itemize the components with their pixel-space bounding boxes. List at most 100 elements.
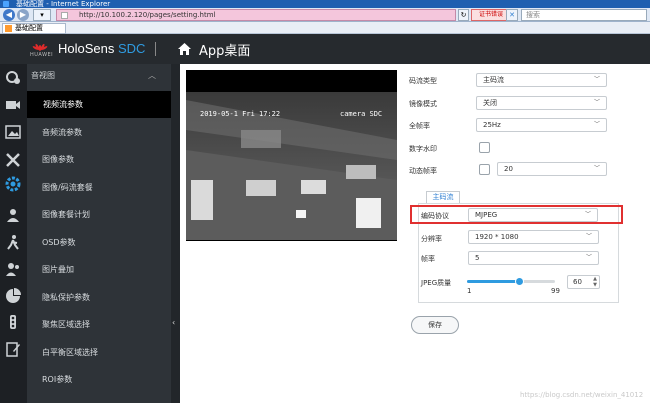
jpeg-quality-input[interactable]: 60 ▲ ▼ (567, 275, 600, 289)
mirror-mode-select[interactable]: 关闭 ﹀ (476, 96, 607, 110)
cert-error-badge[interactable]: 证书错误 (471, 9, 511, 21)
settings-camera-icon[interactable] (5, 69, 21, 85)
brand-main: HoloSens (58, 41, 118, 56)
codec-highlight-box (410, 205, 623, 224)
digital-watermark-label: 数字水印 (409, 145, 437, 153)
mirror-mode-value: 关闭 (483, 99, 497, 107)
edit-document-icon[interactable] (5, 341, 21, 357)
slider-min-label: 1 (467, 287, 472, 295)
fps-select[interactable]: 5 ﹀ (468, 251, 599, 265)
back-icon[interactable]: ◀ (3, 9, 15, 21)
browser-title-bar: 基础配置 - Internet Explorer (0, 0, 650, 8)
dynamic-fps-label: 动态帧率 (409, 167, 437, 175)
osd-camera-name: camera SDC (340, 110, 383, 118)
brand-accent: SDC (117, 41, 146, 56)
video-frame-image (186, 92, 397, 240)
search-input[interactable]: 搜索 (521, 9, 647, 21)
save-button[interactable]: 保存 (411, 316, 459, 334)
sidebar-item-label: ROI参数 (42, 375, 73, 384)
stream-type-select[interactable]: 主码流 ﹀ (476, 73, 607, 87)
sidebar-item-label: 隐私保护参数 (42, 292, 90, 302)
source-watermark: https://blog.csdn.net/weixin_41012 (520, 391, 644, 399)
slider-max-label: 99 (551, 287, 560, 295)
header-divider (155, 42, 156, 56)
resolution-select[interactable]: 1920 * 1080 ﹀ (468, 230, 599, 244)
page-icon (61, 12, 68, 19)
mirror-mode-label: 镜像模式 (409, 100, 437, 108)
stream-type-label: 码流类型 (409, 77, 437, 85)
dynamic-fps-select[interactable]: 20 ﹀ (497, 162, 607, 176)
sidebar-item-0[interactable]: 视频流参数 (27, 91, 171, 118)
chevron-left-icon[interactable]: ‹ (172, 318, 175, 327)
stop-icon[interactable]: ✕ (506, 9, 518, 21)
browser-tab-bar: 基础配置 (0, 22, 650, 34)
sidebar-item-9[interactable]: 白平衡区域选择 (27, 339, 171, 366)
stream-type-value: 主码流 (483, 76, 504, 84)
sidebar-item-3[interactable]: 图像/码流套餐 (27, 174, 171, 201)
sidebar-item-2[interactable]: 图像参数 (27, 146, 171, 173)
logo-text: HUAWEI (30, 52, 54, 58)
full-fps-select[interactable]: 25Hz ﹀ (476, 118, 607, 132)
home-icon[interactable] (178, 43, 191, 55)
sidebar-collapse-handle[interactable]: ‹ (171, 64, 180, 403)
fps-value: 5 (475, 254, 480, 262)
pie-chart-icon[interactable] (5, 288, 21, 304)
sidebar-item-1[interactable]: 音频流参数 (27, 119, 171, 146)
sidebar-item-6[interactable]: 图片叠加 (27, 256, 171, 283)
video-preview[interactable]: 2019-05-1 Fri 17:22 camera SDC (186, 70, 397, 241)
sidebar-item-7[interactable]: 隐私保护参数 (27, 284, 171, 311)
sidebar-item-label: 视频流参数 (43, 100, 83, 109)
sidebar-item-8[interactable]: 聚焦区域选择 (27, 311, 171, 338)
app-header: HUAWEI HoloSens SDC App桌面 (0, 34, 650, 64)
jpeg-quality-value: 60 (573, 278, 582, 286)
menu-section-label: 音视图 (31, 71, 55, 80)
forward-icon[interactable]: ▶ (17, 9, 29, 21)
gear-icon[interactable] (0, 171, 27, 197)
page-title: App桌面 (199, 44, 251, 59)
chevron-up-icon[interactable]: ︿ (148, 64, 156, 88)
dynamic-fps-checkbox[interactable] (479, 164, 490, 175)
spinner-icon[interactable]: ▲ ▼ (593, 276, 597, 288)
address-url: http://10.100.2.120/pages/setting.html (79, 11, 216, 19)
browser-tab[interactable]: 基础配置 (2, 23, 66, 34)
walking-person-icon[interactable] (5, 234, 21, 250)
save-button-label: 保存 (428, 321, 442, 329)
browser-title: 基础配置 - Internet Explorer (16, 0, 111, 8)
menu-section-header[interactable]: 音视图 ︿ (27, 64, 171, 88)
address-input[interactable]: http://10.100.2.120/pages/setting.html (56, 9, 456, 21)
chevron-down-icon: ﹀ (593, 165, 600, 172)
osd-timestamp: 2019-05-1 Fri 17:22 (200, 110, 281, 118)
search-placeholder: 搜索 (526, 11, 540, 19)
sidebar-item-label: 图像参数 (42, 155, 74, 164)
tab-main-stream[interactable]: 主码流 (426, 191, 460, 203)
traffic-light-icon[interactable] (5, 314, 21, 330)
digital-watermark-checkbox[interactable] (479, 142, 490, 153)
sidebar-item-label: 图像/码流套餐 (42, 182, 93, 192)
image-icon[interactable] (5, 124, 21, 140)
chevron-down-icon: ﹀ (593, 99, 600, 106)
jpeg-quality-slider[interactable] (467, 277, 555, 286)
sidebar-item-label: 白平衡区域选择 (42, 347, 98, 357)
sidebar-item-label: 聚焦区域选择 (42, 320, 90, 329)
browser-address-row: ◀ ▶ ▾ http://10.100.2.120/pages/setting.… (0, 8, 650, 22)
cert-error-label: 证书错误 (478, 11, 503, 18)
resolution-label: 分辨率 (421, 235, 442, 243)
tab-main-stream-label: 主码流 (432, 193, 454, 201)
sidebar-item-5[interactable]: OSD参数 (27, 229, 171, 256)
person-settings-icon[interactable] (5, 207, 21, 223)
users-icon[interactable] (5, 261, 21, 277)
video-icon[interactable] (5, 97, 21, 113)
full-fps-label: 全帧率 (409, 122, 430, 130)
resolution-value: 1920 * 1080 (475, 233, 519, 241)
refresh-icon[interactable]: ↻ (458, 9, 469, 21)
sidebar-item-10[interactable]: ROI参数 (27, 366, 171, 393)
sidebar-item-4[interactable]: 图像套餐计划 (27, 201, 171, 228)
icon-rail (0, 64, 27, 403)
chevron-down-icon: ﹀ (585, 254, 592, 261)
tools-icon[interactable] (5, 152, 21, 168)
slider-fill (467, 280, 520, 283)
chevron-down-icon: ﹀ (593, 76, 600, 83)
favorites-icon (5, 25, 12, 32)
recent-pages-icon[interactable]: ▾ (33, 9, 51, 21)
full-fps-value: 25Hz (483, 121, 501, 129)
